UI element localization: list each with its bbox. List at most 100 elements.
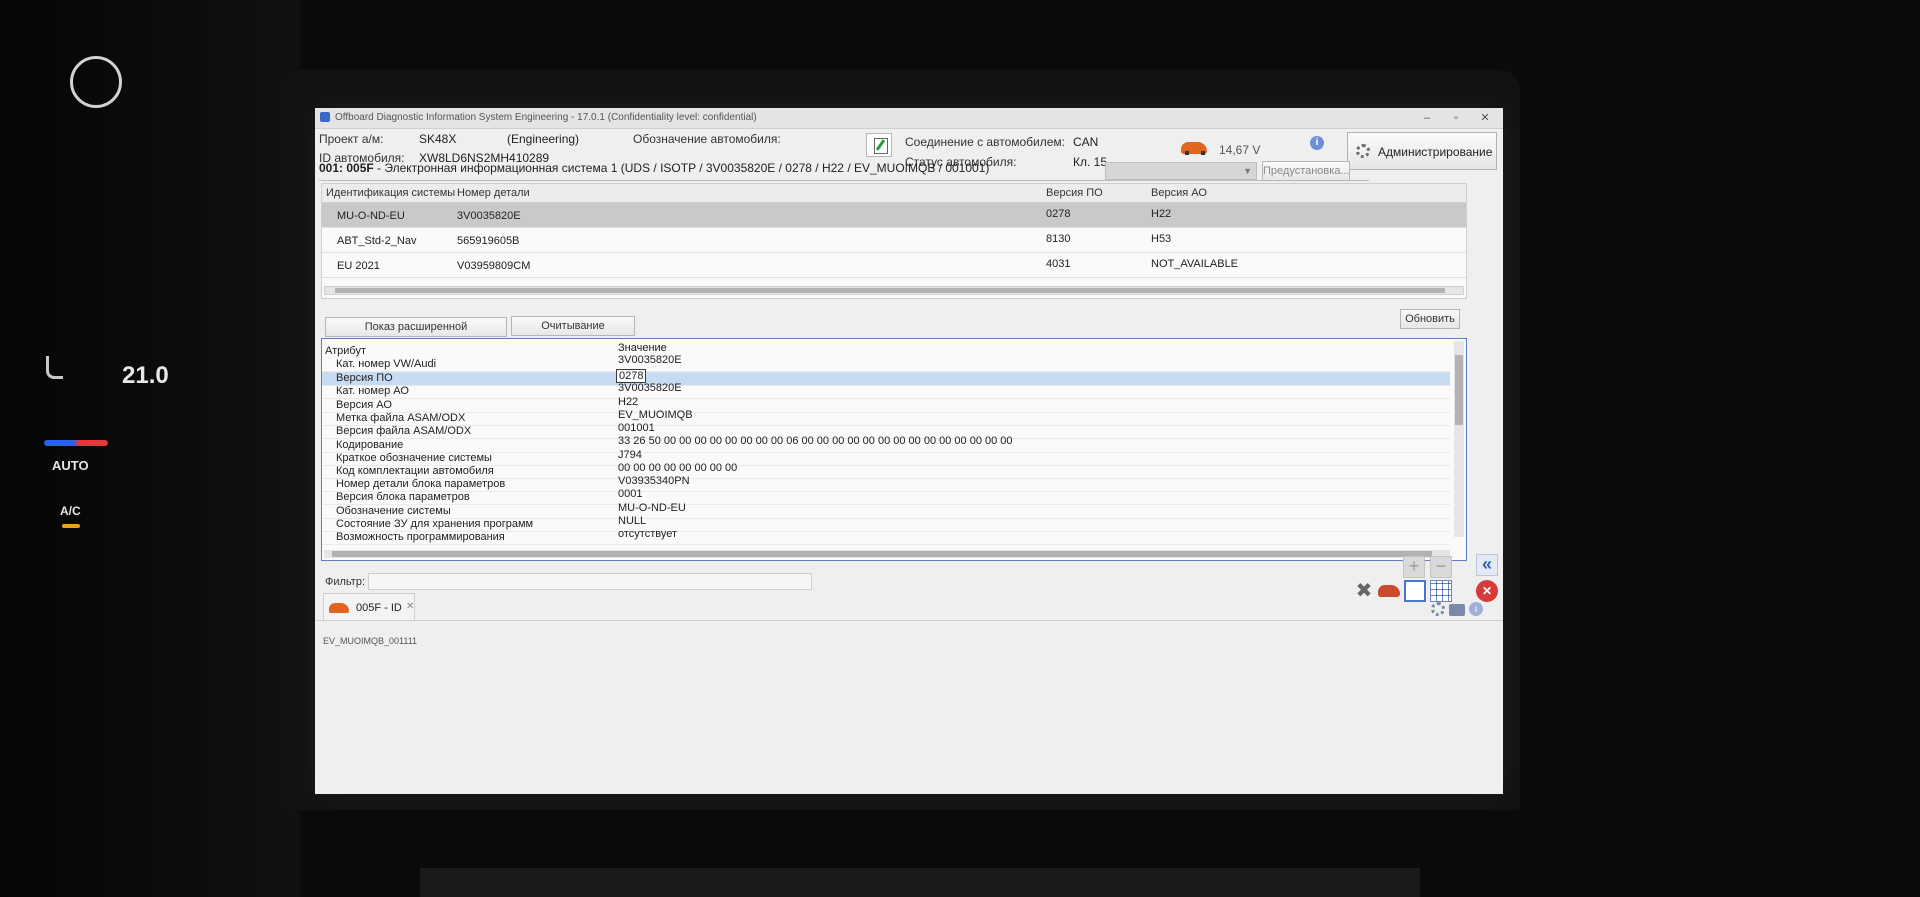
exit-icon[interactable]: ✕ [1476, 580, 1498, 602]
seat-heating-icon[interactable] [46, 356, 63, 379]
checklist-icon[interactable] [1404, 580, 1426, 602]
column-header[interactable]: Номер детали [457, 187, 530, 199]
tools-icon[interactable]: ✖ [1353, 580, 1375, 602]
edit-designation-icon[interactable] [866, 133, 892, 157]
auto-climate-label[interactable]: AUTO [52, 458, 89, 473]
table-cell: 8130 [1046, 233, 1071, 245]
vehicle-diagnostic-icon[interactable] [1378, 585, 1400, 597]
climate-slider[interactable] [44, 440, 108, 446]
extended-ident-button[interactable]: Показ расширенной идентификации [325, 317, 507, 351]
table-cell: Краткое обозначение системы [336, 452, 492, 464]
ac-label[interactable]: A/C [60, 504, 81, 518]
table-cell: 3V0035820E [457, 210, 521, 222]
grid-view-icon[interactable] [1430, 580, 1452, 602]
collapse-arrow-icon[interactable]: « [1476, 554, 1498, 576]
table-cell: EU 2021 [337, 260, 380, 272]
table-cell: 0001 [618, 488, 643, 500]
vehicle-car-icon [1181, 142, 1207, 155]
table-cell: Версия файла ASAM/ODX [336, 425, 472, 437]
table-cell: Код комплектации автомобиля [336, 465, 494, 477]
table-cell: NOT_AVAILABLE [1151, 258, 1239, 270]
administration-label: Администрирование [1378, 145, 1493, 159]
table-row[interactable]: Кат. номер VW/Audi 3V0035820E [322, 354, 1450, 372]
column-header[interactable]: Значение [618, 342, 667, 354]
preset-dropdown[interactable]: ▼ [1105, 162, 1257, 180]
designation-label: Обозначение автомобиля: [633, 132, 781, 146]
help-icon[interactable]: i [1469, 602, 1483, 616]
info-icon[interactable]: i [1310, 136, 1324, 150]
administration-button[interactable]: Администрирование [1347, 132, 1497, 170]
table-header: Идентификация системы Номер детали Верси… [322, 184, 1466, 203]
table-cell: 00 00 00 00 00 00 00 00 [618, 462, 738, 474]
connection-value: CAN [1073, 135, 1099, 149]
table-cell: H53 [1151, 233, 1172, 245]
table-cell: 4031 [1046, 258, 1071, 270]
maximize-button[interactable]: ▫ [1442, 110, 1470, 126]
table-row[interactable]: Кат. номер АО 3V0035820E [322, 382, 1450, 399]
tab-strip-divider [315, 620, 1503, 621]
camera-icon[interactable] [1449, 604, 1465, 616]
table-cell: MU-O-ND-EU [618, 502, 686, 514]
settings-icon[interactable] [1431, 602, 1445, 616]
remove-icon[interactable]: − [1430, 556, 1452, 578]
table-cell: Состояние ЗУ для хранения программ [336, 518, 534, 530]
project-label: Проект а/м: [319, 132, 384, 146]
table-row[interactable]: Краткое обозначение системы J794 [322, 449, 1450, 466]
column-header[interactable]: Версия АО [1151, 187, 1207, 199]
table-row[interactable]: ABT_Std-2_Nav 565919605B 8130 H53 [322, 228, 1466, 253]
close-button[interactable]: ✕ [1471, 110, 1499, 126]
table-cell: Версия блока параметров [336, 491, 470, 503]
table-cell: NULL [618, 515, 647, 527]
preset-button[interactable]: Предустановка... [1262, 161, 1350, 181]
table-row[interactable]: Версия ПО 0278 [322, 369, 1450, 386]
table-header: Атрибут Значение [322, 342, 1450, 358]
power-button-icon[interactable] [70, 56, 122, 108]
table-cell: J794 [618, 449, 642, 461]
table-row[interactable]: Обозначение системы MU-O-ND-EU [322, 502, 1450, 519]
table-cell: Возможность программирования [336, 531, 505, 543]
chevron-down-icon: ▼ [1243, 166, 1252, 176]
table-cell: Обозначение системы [336, 505, 451, 517]
title-bar: Offboard Diagnostic Information System E… [315, 108, 1503, 129]
project-value: SK48X [419, 132, 457, 146]
tab-close-icon[interactable]: ✕ [406, 601, 414, 612]
column-header[interactable]: Атрибут [325, 345, 366, 357]
column-header[interactable]: Версия ПО [1046, 187, 1103, 199]
add-icon[interactable]: + [1403, 556, 1425, 578]
table-cell: EV_MUOIMQB [618, 409, 693, 421]
horizontal-scrollbar[interactable] [324, 286, 1464, 295]
table-row[interactable]: Возможность программирования отсутствует [322, 528, 1450, 545]
table-cell: H22 [1151, 208, 1172, 220]
table-cell: Кат. номер АО [336, 385, 409, 397]
read-subsystems-button[interactable]: Очитывание подсистемы [511, 316, 635, 350]
table-row[interactable]: Код комплектации автомобиля 00 00 00 00 0… [322, 462, 1450, 479]
table-row[interactable]: Версия блока параметров 0001 [322, 488, 1450, 505]
table-row[interactable]: EU 2021 V03959809CM 4031 NOT_AVAILABLE [322, 253, 1466, 278]
scrollbar-thumb[interactable] [335, 288, 1445, 293]
table-cell: 3V0035820E [618, 354, 682, 366]
minimize-button[interactable]: – [1413, 110, 1441, 126]
table-row[interactable]: Версия АО H22 [322, 396, 1450, 413]
filter-input[interactable] [368, 573, 812, 590]
table-cell: MU-O-ND-EU [337, 210, 405, 222]
table-cell: 0278 [1046, 208, 1071, 220]
project-mode: (Engineering) [507, 132, 580, 146]
table-cell: Номер детали блока параметров [336, 478, 506, 490]
table-row[interactable]: Состояние ЗУ для хранения программ NULL [322, 515, 1450, 532]
table-cell: 3V0035820E [618, 382, 682, 394]
table-cell: H22 [618, 396, 639, 408]
table-row[interactable]: Метка файла ASAM/ODX EV_MUOIMQB [322, 409, 1450, 426]
table-row[interactable]: MU-O-ND-EU 3V0035820E 0278 H22 [322, 203, 1466, 228]
ac-indicator [62, 524, 80, 528]
scrollbar-thumb[interactable] [332, 551, 1432, 557]
editable-cell[interactable]: 0278 [616, 369, 647, 383]
column-header[interactable]: Идентификация системы [326, 187, 455, 199]
refresh-button[interactable]: Обновить [1400, 309, 1460, 329]
scrollbar-thumb[interactable] [1455, 355, 1463, 425]
table-row[interactable]: Номер детали блока параметров V03935340PN [322, 475, 1450, 492]
vertical-scrollbar[interactable] [1454, 341, 1464, 537]
table-row[interactable]: Кодирование 33 26 50 00 00 00 00 00 00 00… [322, 435, 1450, 453]
tab-label: 005F - ID [356, 602, 402, 614]
horizontal-scrollbar[interactable] [324, 550, 1450, 558]
tab-005f-id[interactable]: 005F - ID ✕ [323, 593, 415, 621]
